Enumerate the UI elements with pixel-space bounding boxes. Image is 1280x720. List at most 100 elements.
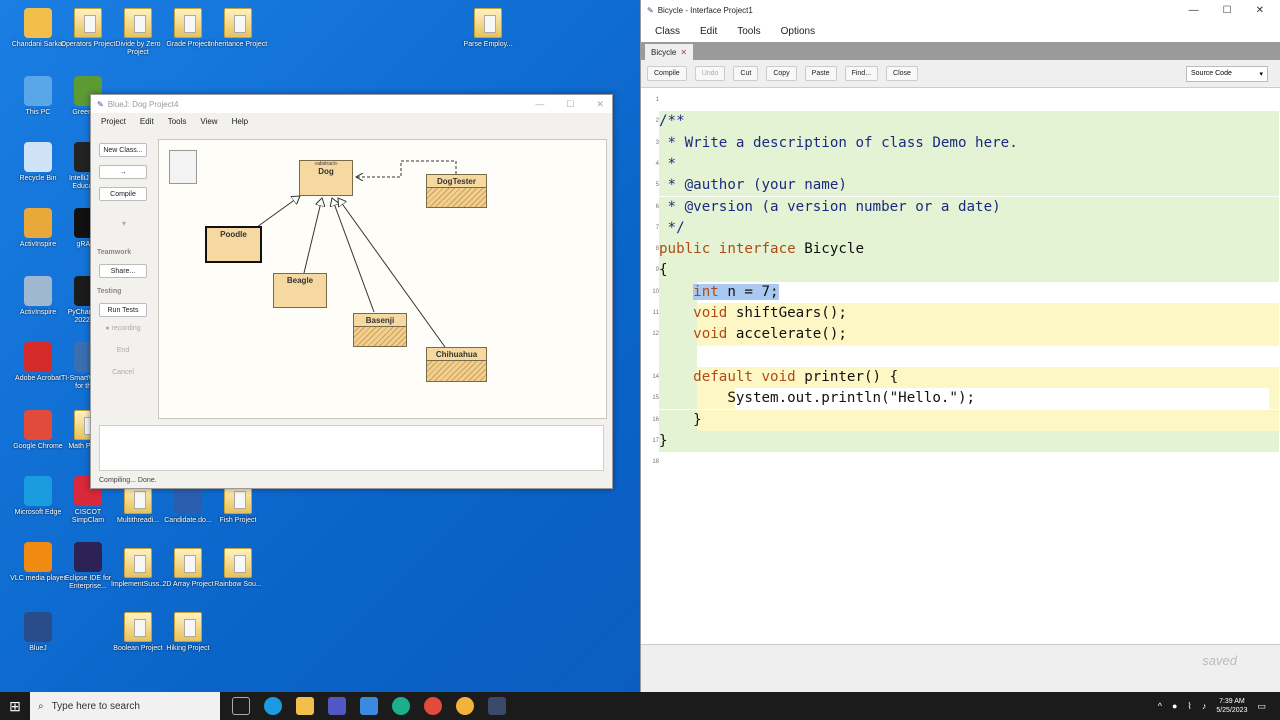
code-line[interactable] (659, 90, 1279, 111)
chrome-icon[interactable] (424, 697, 442, 715)
code-line[interactable] (659, 452, 1279, 473)
desktop-icon[interactable]: Rainbow Sou... (208, 548, 268, 589)
desktop-icon-label: Rainbow Sou... (214, 581, 262, 588)
code-line[interactable]: { (659, 260, 1279, 282)
beagle-class-name: Beagle (286, 276, 314, 285)
run-tests-button[interactable]: Run Tests (99, 303, 147, 317)
line-number: 18 (652, 459, 659, 466)
code-line[interactable]: * @version (a version number or a date) (659, 196, 1279, 218)
desktop-icon[interactable]: Hiking Project (158, 612, 218, 653)
class-basenji[interactable]: Basenji (353, 313, 407, 347)
desktop-icon[interactable]: Parse Employ... (458, 8, 518, 49)
class-dog[interactable]: «abstract» Dog (299, 160, 353, 196)
code-editor[interactable]: 1 2/** 3 * Write a description of class De… (641, 88, 1280, 644)
edge-icon-2[interactable] (392, 697, 410, 715)
editor-minimize-button[interactable]: — (1189, 5, 1199, 16)
menu-edit[interactable]: Edit (140, 117, 154, 126)
editor-titlebar[interactable]: ✎ Bicycle - Interface Project1 — ☐ ✕ (641, 0, 1280, 20)
minimize-button[interactable]: — (535, 99, 544, 110)
app-icon (24, 342, 52, 372)
chrome-profile-icon[interactable] (456, 697, 474, 715)
chevron-up-icon[interactable]: ^ (1158, 701, 1162, 711)
code-line[interactable]: void accelerate(); (659, 324, 1279, 346)
close-button[interactable]: ✕ (596, 99, 604, 110)
class-chihuahua[interactable]: Chihuahua (426, 347, 487, 382)
desktop-icon-label: Hiking Project (166, 645, 210, 652)
editor-maximize-button[interactable]: ☐ (1223, 5, 1232, 16)
bluej-main-window[interactable]: ✎ BlueJ: Dog Project4 — ☐ ✕ Project Edit… (90, 94, 613, 489)
clock[interactable]: 7:39 AM 5/25/2023 (1216, 697, 1247, 715)
code-line[interactable]: public interface Bicycle (659, 239, 1279, 261)
edge-taskbar-icon[interactable] (264, 697, 282, 715)
tab-bicycle[interactable]: Bicycle ✕ (645, 44, 694, 60)
copy-button[interactable]: Copy (766, 66, 797, 81)
code-line[interactable]: /** (659, 111, 1279, 133)
new-class-button[interactable]: New Class... (99, 143, 147, 157)
code-line[interactable]: int n = 7; (659, 281, 1279, 303)
desktop-icon-label: Parse Employ... (463, 41, 513, 48)
code-line[interactable]: default void printer() { (659, 366, 1279, 389)
compile-button[interactable]: Compile (99, 187, 147, 201)
view-mode-select[interactable]: Source Code ▾ (1186, 65, 1268, 82)
find-button[interactable]: Find... (844, 66, 879, 81)
editor-app-icon: ✎ (647, 5, 654, 15)
basenji-class-name: Basenji (365, 316, 395, 325)
notifications-icon[interactable]: ▭ (1257, 701, 1266, 712)
maximize-button[interactable]: ☐ (566, 99, 574, 110)
network-icon[interactable]: ⌇ (1187, 701, 1191, 712)
line-number: 2 (655, 118, 659, 125)
cut-button[interactable]: Cut (733, 66, 759, 81)
code-line[interactable]: System.out.println("Hello."); (659, 388, 1279, 410)
class-poodle[interactable]: Poodle (205, 226, 262, 263)
bluej-app-icon: ✎ (97, 99, 104, 109)
menu-options[interactable]: Options (781, 26, 815, 37)
paste-button[interactable]: Paste (804, 66, 837, 81)
collapse-chevron-icon[interactable]: ▾ (99, 209, 149, 239)
saved-status: saved (1202, 653, 1237, 668)
editor-window[interactable]: ✎ Bicycle - Interface Project1 — ☐ ✕ Cla… (640, 0, 1280, 692)
share-button[interactable]: Share... (99, 264, 147, 278)
menu-view[interactable]: View (200, 117, 217, 126)
store-icon[interactable] (360, 697, 378, 715)
editor-close-tab-button[interactable]: Close (886, 66, 918, 81)
bluej-titlebar[interactable]: ✎ BlueJ: Dog Project4 — ☐ ✕ (91, 95, 612, 113)
end-button[interactable]: End (99, 343, 147, 357)
microphone-icon[interactable]: ● (1172, 701, 1177, 711)
code-line[interactable]: * (659, 153, 1279, 176)
code-line[interactable] (659, 345, 1279, 367)
menu-help[interactable]: Help (232, 117, 248, 126)
code-line[interactable]: } (659, 430, 1279, 453)
start-button[interactable]: ⊞ (0, 692, 30, 720)
code-line[interactable]: } (659, 409, 1279, 431)
desktop-icon[interactable]: BlueJ (8, 612, 68, 653)
class-diagram-canvas[interactable]: «abstract» Dog DogTester Poodle Beagle B… (158, 139, 607, 419)
taskbar-search[interactable]: ⌕ Type here to search (30, 692, 220, 720)
task-view-icon[interactable] (232, 697, 250, 715)
desktop-icon[interactable]: Fish Project (208, 484, 268, 525)
code-line[interactable]: * Write a description of class Demo here… (659, 132, 1279, 154)
class-beagle[interactable]: Beagle (273, 273, 327, 308)
package-document-icon[interactable] (169, 150, 197, 184)
editor-close-button[interactable]: ✕ (1256, 5, 1264, 16)
new-inheritance-arrow-button[interactable]: → (99, 165, 147, 179)
editor-menu-tools[interactable]: Tools (737, 26, 760, 37)
volume-icon[interactable]: ♪ (1202, 701, 1207, 711)
editor-compile-button[interactable]: Compile (647, 66, 687, 81)
inheritance-arrows (256, 160, 457, 348)
menu-class[interactable]: Class (655, 26, 680, 37)
menu-project[interactable]: Project (101, 117, 126, 126)
code-line[interactable]: */ (659, 217, 1279, 240)
file-explorer-icon[interactable] (296, 697, 314, 715)
cancel-button[interactable]: Cancel (99, 365, 147, 379)
dogtester-class-name: DogTester (437, 177, 476, 186)
editor-menu-edit[interactable]: Edit (700, 26, 717, 37)
tab-close-icon[interactable]: ✕ (680, 48, 687, 57)
menu-tools[interactable]: Tools (168, 117, 187, 126)
teams-icon[interactable] (328, 697, 346, 715)
bluej-taskbar-icon[interactable] (488, 697, 506, 715)
desktop-icon[interactable]: Inheritance Project (208, 8, 268, 49)
code-line[interactable]: void shiftGears(); (659, 303, 1279, 325)
class-dogtester[interactable]: DogTester (426, 174, 487, 208)
undo-button[interactable]: Undo (694, 66, 726, 81)
code-line[interactable]: * @author (your name) (659, 175, 1279, 197)
